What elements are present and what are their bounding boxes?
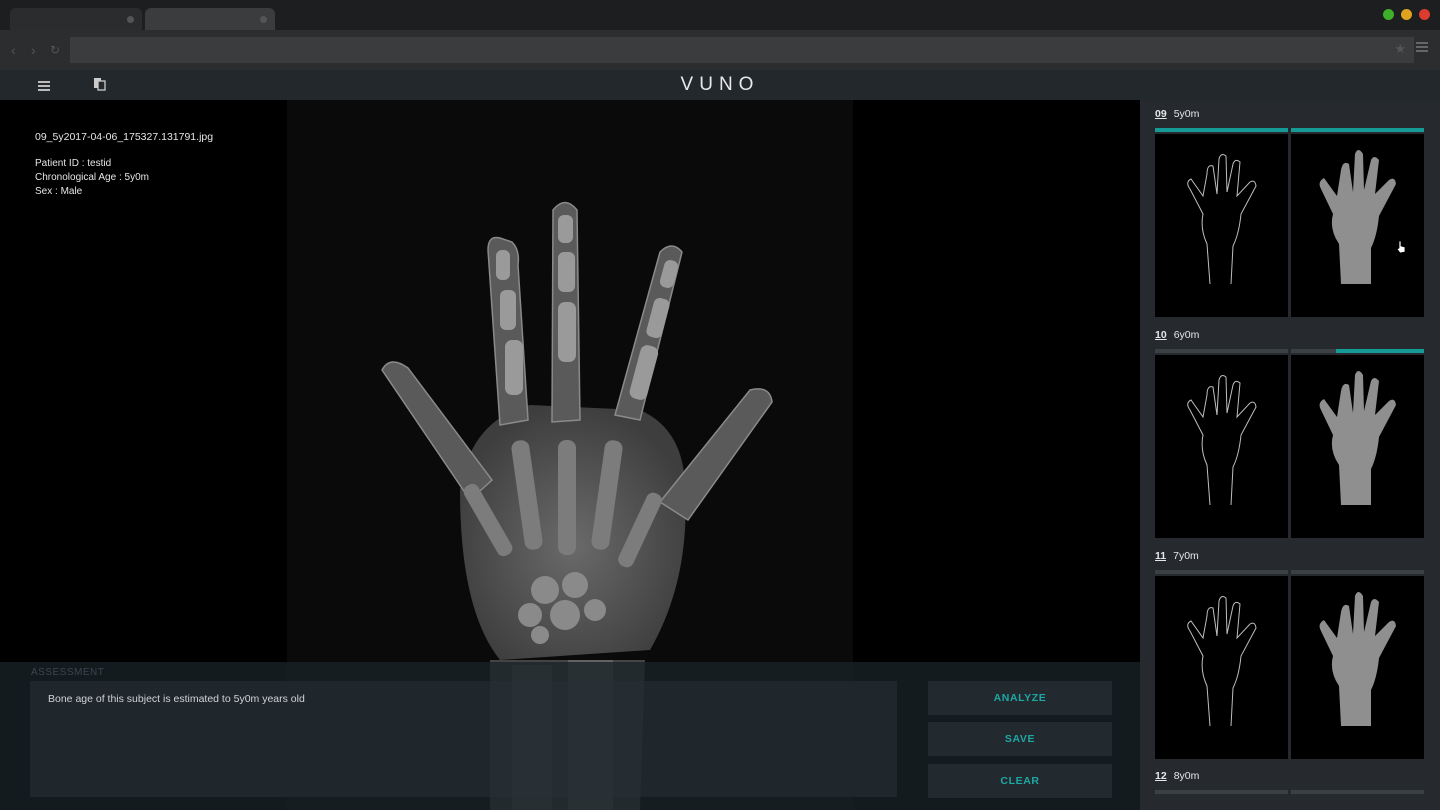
reference-group-header: 12 8y0m <box>1155 770 1199 782</box>
reference-group-header: 10 6y0m <box>1155 329 1199 341</box>
hand-cursor-icon <box>1396 240 1406 254</box>
bookmark-star-icon[interactable]: ★ <box>1394 41 1406 57</box>
browser-tab-2[interactable] <box>145 8 275 30</box>
window-zoom-button[interactable] <box>1401 9 1412 20</box>
reference-progress-fill <box>1155 128 1288 132</box>
analyze-button[interactable]: ANALYZE <box>928 681 1112 715</box>
reference-group-header: 09 5y0m <box>1155 108 1199 120</box>
reference-outline-thumbnail[interactable] <box>1155 134 1288 317</box>
reference-age: 6y0m <box>1173 329 1200 341</box>
reference-progress-track <box>1155 349 1288 353</box>
reference-xray-thumbnail[interactable] <box>1291 576 1424 759</box>
reference-progress-fill <box>1291 128 1424 132</box>
reference-number: 10 <box>1155 329 1167 341</box>
patient-id: Patient ID : testid <box>35 158 112 169</box>
address-bar[interactable] <box>70 37 1414 63</box>
reference-age: 7y0m <box>1173 550 1199 562</box>
reference-progress-track <box>1291 790 1424 794</box>
reference-progress-track <box>1155 570 1288 574</box>
reference-age: 5y0m <box>1173 108 1200 120</box>
assessment-label: ASSESSMENT <box>31 667 105 678</box>
forward-icon[interactable]: › <box>31 40 36 60</box>
reference-number: 11 <box>1155 550 1167 562</box>
window-close-button[interactable] <box>1419 9 1430 20</box>
tab-close-icon[interactable] <box>127 16 134 23</box>
tab-close-icon[interactable] <box>260 16 267 23</box>
reference-outline-thumbnail[interactable] <box>1155 355 1288 538</box>
reference-progress-track <box>1155 790 1288 794</box>
back-icon[interactable]: ‹ <box>11 40 16 60</box>
window-minimize-button[interactable] <box>1383 9 1394 20</box>
clear-button[interactable]: CLEAR <box>928 764 1112 798</box>
reference-group-header: 11 7y0m <box>1155 550 1199 562</box>
reference-outline-thumbnail[interactable] <box>1155 576 1288 759</box>
image-info-panel: 09_5y2017-04-06_175327.131791.jpg Patien… <box>35 130 213 199</box>
reference-progress-fill <box>1336 349 1424 353</box>
reference-xray-thumbnail[interactable] <box>1291 355 1424 538</box>
browser-tab-bar <box>0 0 1440 30</box>
reference-age: 8y0m <box>1173 770 1200 782</box>
assessment-text: Bone age of this subject is estimated to… <box>48 693 305 705</box>
reference-progress-track <box>1291 570 1424 574</box>
image-filename: 09_5y2017-04-06_175327.131791.jpg <box>35 131 214 143</box>
patient-sex: Sex : Male <box>35 186 83 197</box>
reference-number: 12 <box>1155 770 1167 782</box>
browser-tab-1[interactable] <box>10 8 142 30</box>
reference-number: 09 <box>1155 108 1167 120</box>
app-logo: VUNO <box>680 74 760 95</box>
browser-menu-icon[interactable] <box>1416 40 1428 54</box>
save-button[interactable]: SAVE <box>928 722 1112 756</box>
reload-icon[interactable]: ↻ <box>50 40 60 60</box>
reference-xray-thumbnail[interactable] <box>1291 134 1424 317</box>
chronological-age: Chronological Age : 5y0m <box>35 172 149 183</box>
